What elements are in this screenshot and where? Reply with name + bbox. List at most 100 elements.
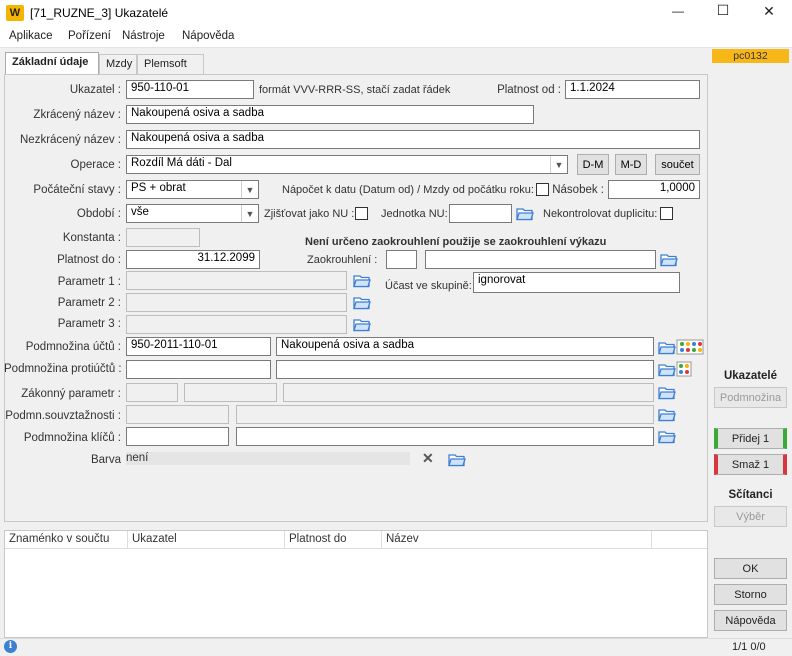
storno-button[interactable]: Storno xyxy=(714,584,787,605)
folder-open-icon[interactable] xyxy=(658,362,676,377)
pridej-button[interactable]: Přidej 1 xyxy=(714,428,787,449)
status-bar xyxy=(0,638,792,656)
nekontrolovat-checkbox[interactable] xyxy=(660,207,673,220)
multi-select-icon[interactable] xyxy=(676,361,692,377)
barva-value[interactable]: není xyxy=(126,452,410,465)
maximize-icon[interactable]: ☐ xyxy=(713,2,733,19)
minimize-icon[interactable]: — xyxy=(668,4,688,18)
podmnozina-button[interactable]: Podmnožina xyxy=(714,387,787,408)
grid-col-nazev[interactable]: Název xyxy=(382,531,652,548)
jednotka-input[interactable] xyxy=(449,204,512,223)
parametr2-label: Parametr 2 : xyxy=(57,297,121,309)
folder-open-icon[interactable] xyxy=(658,385,676,400)
chevron-down-icon: ▼ xyxy=(241,181,258,198)
operace-value: Rozdíl Má dáti - Dal xyxy=(131,157,232,169)
podmn-souvz-code[interactable] xyxy=(126,405,229,424)
platnost-od-label: Platnost od : xyxy=(497,84,561,96)
podmn-souvz-label: Podmn.souvztažnosti : xyxy=(5,410,121,422)
grid-col-platnost-do[interactable]: Platnost do xyxy=(285,531,382,548)
parametr3-input[interactable] xyxy=(126,315,347,334)
podmnozina-protiuctu-code[interactable] xyxy=(126,360,271,379)
folder-open-icon[interactable] xyxy=(658,429,676,444)
md-button[interactable]: M-D xyxy=(615,154,647,175)
menu-bar: Aplikace Pořízení Nástroje Nápověda xyxy=(0,26,792,48)
format-hint: formát VVV-RRR-SS, stačí zadat řádek xyxy=(259,84,451,96)
ok-button[interactable]: OK xyxy=(714,558,787,579)
podmnozina-protiuctu-name[interactable] xyxy=(276,360,654,379)
folder-open-icon[interactable] xyxy=(658,340,676,355)
operace-label: Operace : xyxy=(70,159,122,171)
ukazatel-input[interactable]: 950-110-01 xyxy=(126,80,254,99)
nasobek-label: Násobek : xyxy=(552,184,604,196)
podmn-souvz-name[interactable] xyxy=(236,405,654,424)
grid-col-znamenko[interactable]: Znaménko v součtu xyxy=(5,531,128,548)
zjistovat-label: Zjišťovat jako NU : xyxy=(264,208,355,220)
parametr2-input[interactable] xyxy=(126,293,347,312)
scitanci-title: Sčítanci xyxy=(728,489,773,501)
folder-open-icon[interactable] xyxy=(516,206,534,221)
folder-open-icon[interactable] xyxy=(353,273,371,288)
menu-nastroje[interactable]: Nástroje xyxy=(122,30,165,42)
zakonny-label: Zákonný parametr : xyxy=(21,388,121,400)
close-icon[interactable]: ✕ xyxy=(759,3,779,20)
dm-button[interactable]: D-M xyxy=(577,154,609,175)
vyber-button[interactable]: Výběr xyxy=(714,506,787,527)
zakonny-input-2[interactable] xyxy=(184,383,277,402)
folder-open-icon[interactable] xyxy=(658,407,676,422)
tab-mzdy[interactable]: Mzdy xyxy=(99,54,137,74)
platnost-od-input[interactable]: 1.1.2024 xyxy=(565,80,700,99)
operace-select[interactable]: Rozdíl Má dáti - Dal ▼ xyxy=(126,155,568,174)
pocatecni-value: PS + obrat xyxy=(131,182,186,194)
ucast-label: Účast ve skupině: xyxy=(385,280,472,292)
grid-header-divider xyxy=(5,548,707,549)
zaokrouhleni-input[interactable] xyxy=(386,250,417,269)
ucast-input[interactable]: ignorovat xyxy=(473,272,680,293)
folder-open-icon[interactable] xyxy=(448,452,466,467)
obdobi-value: vše xyxy=(131,206,149,218)
pocatecni-select[interactable]: PS + obrat ▼ xyxy=(126,180,259,199)
nasobek-input[interactable]: 1,0000 xyxy=(608,180,700,199)
nekontrolovat-label: Nekontrolovat duplicitu: xyxy=(543,208,658,220)
smaz-button[interactable]: Smaž 1 xyxy=(714,454,787,475)
window-title: [71_RUZNE_3] Ukazatelé xyxy=(30,6,169,20)
napocet-label: Nápočet k datu (Datum od) / Mzdy od počá… xyxy=(282,184,534,196)
platnost-do-input[interactable]: 31.12.2099 xyxy=(126,250,260,269)
zjistovat-checkbox[interactable] xyxy=(355,207,368,220)
parametr3-label: Parametr 3 : xyxy=(57,318,121,330)
clear-icon[interactable]: ✕ xyxy=(422,450,434,467)
menu-aplikace[interactable]: Aplikace xyxy=(9,30,52,42)
pocatecni-label: Počáteční stavy : xyxy=(33,184,121,196)
podmnozina-uctu-name[interactable]: Nakoupená osiva a sadba xyxy=(276,337,654,356)
zaokrouhleni-desc-input[interactable] xyxy=(425,250,656,269)
zaokrouhleni-note: Není určeno zaokrouhlení použije se zaok… xyxy=(305,236,607,248)
multi-select-icon[interactable] xyxy=(676,339,704,355)
zakonny-input-3[interactable] xyxy=(283,383,654,402)
nezkraceny-label: Nezkrácený název : xyxy=(20,134,121,146)
folder-open-icon[interactable] xyxy=(353,295,371,310)
grid-col-ukazatel[interactable]: Ukazatel xyxy=(128,531,285,548)
podmnozina-uctu-code[interactable]: 950-2011-110-01 xyxy=(126,337,271,356)
konstanta-input[interactable] xyxy=(126,228,200,247)
obdobi-label: Období : xyxy=(76,208,121,220)
folder-open-icon[interactable] xyxy=(660,252,678,267)
zakonny-input-1[interactable] xyxy=(126,383,178,402)
pridej-label: Přidej 1 xyxy=(731,432,770,445)
info-icon[interactable]: i xyxy=(4,640,17,653)
parametr1-input[interactable] xyxy=(126,271,347,290)
soucet-button[interactable]: součet xyxy=(655,154,700,175)
obdobi-select[interactable]: vše ▼ xyxy=(126,204,259,223)
chevron-down-icon: ▼ xyxy=(550,156,567,173)
tab-zakladni-udaje[interactable]: Základní údaje xyxy=(5,52,99,75)
connection-badge: pc0132 xyxy=(712,49,789,63)
podmnozina-protiuctu-label: Podmnožina protiúčtů : xyxy=(4,363,122,375)
podmnozina-klicu-code[interactable] xyxy=(126,427,229,446)
podmnozina-klicu-name[interactable] xyxy=(236,427,654,446)
napoveda-button[interactable]: Nápověda xyxy=(714,610,787,631)
tab-plemsoft[interactable]: Plemsoft xyxy=(137,54,204,74)
folder-open-icon[interactable] xyxy=(353,317,371,332)
menu-porizeni[interactable]: Pořízení xyxy=(68,30,111,42)
menu-napoveda[interactable]: Nápověda xyxy=(182,30,234,42)
barva-text: není xyxy=(126,452,149,464)
zkraceny-input[interactable]: Nakoupená osiva a sadba xyxy=(126,105,534,124)
nezkraceny-input[interactable]: Nakoupená osiva a sadba xyxy=(126,130,700,149)
